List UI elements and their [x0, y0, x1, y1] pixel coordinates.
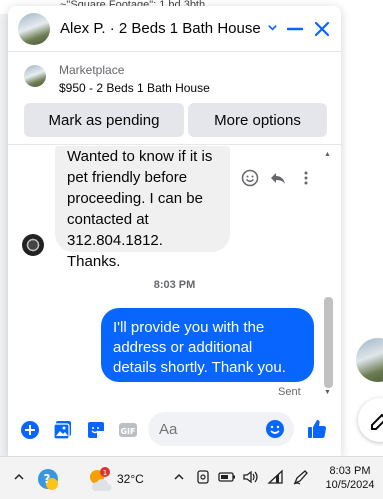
plus-circle-icon[interactable] — [20, 420, 40, 440]
message-thread: Wanted to know if it is pet friendly bef… — [8, 146, 341, 402]
message-status: Sent — [278, 386, 301, 398]
clock-time: 8:03 PM — [329, 465, 371, 477]
taskbar-clock[interactable]: 8:03 PM 10/5/2024 — [320, 464, 380, 492]
gallery-icon[interactable] — [53, 420, 73, 440]
more-vertical-icon[interactable] — [297, 169, 315, 187]
react-smiley-icon[interactable] — [241, 169, 259, 187]
sender-avatar[interactable] — [22, 234, 44, 256]
scroll-down-arrow-icon[interactable]: ▼ — [324, 389, 331, 396]
minus-icon — [286, 27, 304, 31]
marketplace-label: Marketplace — [59, 63, 125, 77]
pen-icon[interactable] — [292, 469, 310, 485]
sticker-icon[interactable] — [86, 420, 106, 440]
message-line: I'll provide you with the — [113, 319, 265, 336]
help-icon[interactable]: ? — [36, 467, 60, 491]
incoming-message-bubble[interactable]: Wanted to know if it is pet friendly bef… — [55, 146, 230, 270]
message-actions — [241, 169, 315, 187]
tray-chevron-up-icon[interactable] — [172, 470, 186, 484]
close-chat-button[interactable] — [311, 18, 333, 40]
thumbs-up-icon[interactable] — [306, 418, 328, 440]
svg-text:GIF: GIF — [120, 427, 135, 436]
reply-icon[interactable] — [269, 169, 287, 187]
windows-taskbar: ? 1 32°C 8:03 PM 10/5/2024 — [0, 456, 383, 499]
battery-icon[interactable] — [218, 469, 236, 485]
gif-icon[interactable]: GIF — [118, 420, 138, 440]
message-line: contacted at — [67, 211, 149, 228]
message-line: Wanted to know if it is — [67, 148, 213, 165]
scroll-up-arrow-icon[interactable]: ▲ — [324, 151, 331, 158]
chat-window: Alex P. · 2 Beds 1 Bath House Marketplac… — [8, 6, 341, 456]
minimize-chat-button[interactable] — [284, 18, 306, 40]
marketplace-listing-card: Marketplace $950 - 2 Beds 1 Bath House M… — [8, 53, 341, 145]
message-line: 312.804.1812. Thanks. — [67, 232, 163, 270]
message-line: proceeding. I can be — [67, 190, 203, 207]
mark-as-pending-button[interactable]: Mark as pending — [24, 103, 184, 137]
more-options-button[interactable]: More options — [188, 103, 327, 137]
message-line: details shortly. Thank you. — [113, 359, 286, 376]
phone-link-icon[interactable] — [195, 469, 211, 485]
chevron-up-icon[interactable] — [12, 470, 26, 484]
page-right-strip — [341, 0, 383, 456]
chat-header[interactable]: Alex P. · 2 Beds 1 Bath House — [8, 6, 341, 52]
listing-thumbnail[interactable] — [24, 65, 46, 87]
message-composer: GIF — [8, 406, 341, 456]
clock-date: 10/5/2024 — [325, 479, 375, 491]
chat-title[interactable]: Alex P. · 2 Beds 1 Bath House — [60, 20, 261, 37]
volume-icon[interactable] — [242, 469, 260, 485]
outgoing-message-bubble[interactable]: I'll provide you with the address or add… — [101, 308, 314, 382]
compose-icon — [371, 413, 383, 430]
message-line: address or additional — [113, 339, 253, 356]
weather-icon[interactable]: 1 — [86, 465, 114, 493]
message-line: pet friendly before — [67, 169, 188, 186]
listing-title[interactable]: $950 - 2 Beds 1 Bath House — [59, 81, 210, 95]
weather-badge: 1 — [103, 469, 107, 477]
thread-scrollbar[interactable]: ▲ ▼ — [321, 151, 335, 401]
temperature-label[interactable]: 32°C — [117, 472, 144, 486]
wifi-icon[interactable] — [267, 469, 285, 485]
message-timestamp: 8:03 PM — [153, 279, 196, 291]
contact-avatar[interactable] — [18, 12, 50, 45]
scrollbar-thumb[interactable] — [324, 297, 333, 388]
svg-text:?: ? — [44, 472, 51, 486]
close-icon — [314, 21, 330, 37]
chevron-down-icon[interactable] — [267, 22, 278, 36]
emoji-icon[interactable] — [265, 419, 285, 439]
